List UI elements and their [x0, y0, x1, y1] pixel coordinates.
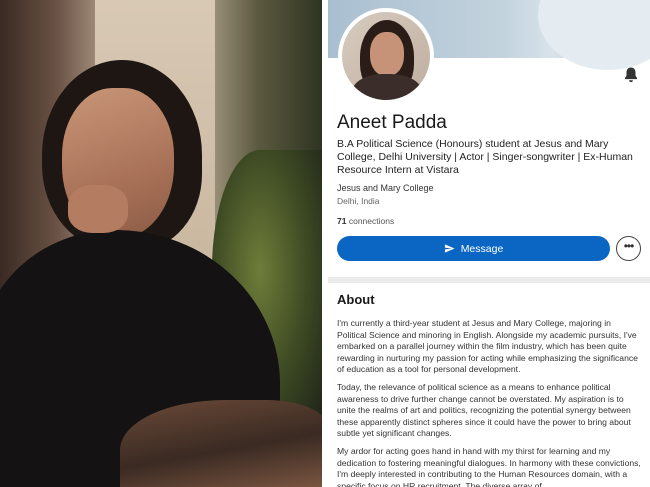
- about-title: About: [337, 292, 375, 307]
- profile-school[interactable]: Jesus and Mary College: [337, 183, 434, 193]
- profile-name: Aneet Padda: [337, 112, 447, 133]
- profile-card: Aneet Padda B.A Political Science (Honou…: [328, 0, 650, 487]
- about-paragraph: Today, the relevance of political scienc…: [337, 382, 631, 439]
- more-button[interactable]: •••: [616, 236, 641, 261]
- photo-hand: [68, 185, 128, 233]
- section-divider: [328, 277, 650, 283]
- message-button[interactable]: Message: [337, 236, 610, 261]
- connections-label: connections: [348, 216, 395, 226]
- about-paragraph: I'm currently a third-year student at Je…: [337, 318, 638, 375]
- connections-count: 71: [337, 216, 347, 226]
- profile-headline: B.A Political Science (Honours) student …: [337, 138, 633, 176]
- avatar[interactable]: [338, 8, 434, 104]
- send-icon: [444, 244, 455, 253]
- profile-photo-large: [0, 0, 322, 487]
- message-button-label: Message: [460, 242, 504, 255]
- profile-location: Delhi, India: [337, 196, 380, 206]
- more-icon: •••: [623, 239, 635, 253]
- about-paragraph: My ardor for acting goes hand in hand wi…: [337, 446, 641, 487]
- profile-connections[interactable]: 71 connections: [337, 216, 394, 226]
- bell-icon[interactable]: [622, 66, 640, 84]
